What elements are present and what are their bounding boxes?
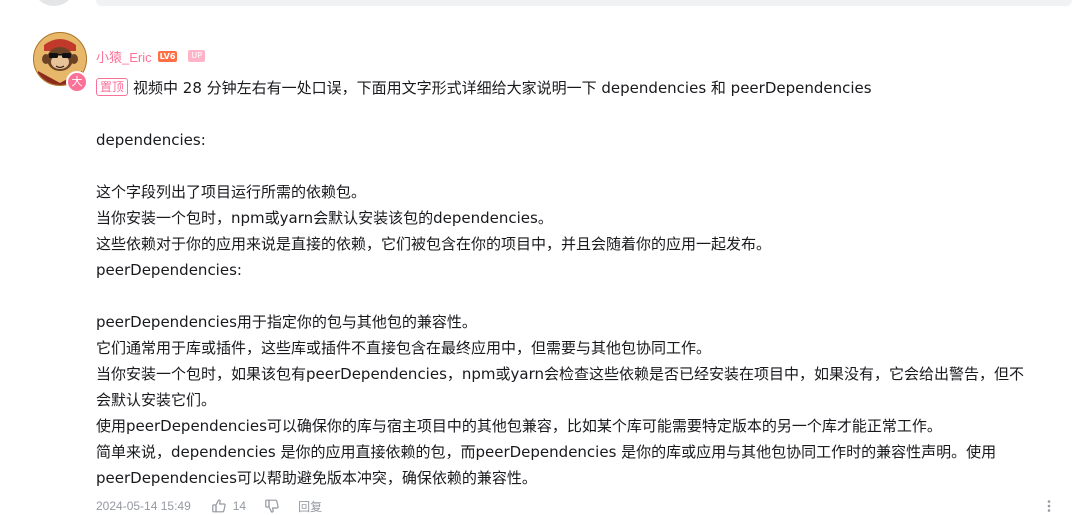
pinned-tag: 置顶 xyxy=(96,78,129,96)
level-badge: LV6 xyxy=(157,50,178,62)
avatar-badge: 大 xyxy=(66,71,88,93)
comment-text-line: dependencies: xyxy=(96,131,206,149)
dislike-button[interactable] xyxy=(264,498,280,514)
comment-footer: 2024-05-14 15:49 14 回复 xyxy=(96,497,1056,515)
comment-text-line: 当你安装一个包时，如果该包有peerDependencies，npm或yarn会… xyxy=(96,365,1025,383)
comment-text-line: 这些依赖对于你的应用来说是直接的依赖，它们被包含在你的项目中，并且会随着你的应用… xyxy=(96,235,772,253)
comment-text-line xyxy=(96,101,1072,127)
comment-text-line xyxy=(96,153,1072,179)
thumbs-up-icon xyxy=(211,499,226,513)
username[interactable]: 小猿_Eric xyxy=(96,47,152,66)
comment-text-line: peerDependencies: xyxy=(96,261,242,279)
comment-text-line: 使用peerDependencies可以确保你的库与宿主项目中的其他包兼容，比如… xyxy=(96,417,942,435)
comment-content: 置顶 视频中 28 分钟左右有一处口误，下面用文字形式详细给大家说明一下 depe… xyxy=(96,75,1072,491)
comment-text-line: 视频中 28 分钟左右有一处口误，下面用文字形式详细给大家说明一下 depend… xyxy=(133,79,872,97)
more-button[interactable] xyxy=(1042,497,1056,515)
comment-text-line: 会默认安装它们。 xyxy=(96,391,217,409)
thumbs-down-icon xyxy=(265,499,279,513)
reply-button[interactable]: 回复 xyxy=(298,498,322,515)
comment-text-line: peerDependencies可以帮助避免版本冲突，确保依赖的兼容性。 xyxy=(96,469,537,487)
comment-date: 2024-05-14 15:49 xyxy=(96,499,191,513)
previous-comment-box xyxy=(96,0,1072,6)
comment-text-line xyxy=(96,283,1072,309)
previous-comment-avatar xyxy=(34,0,74,6)
more-vertical-icon xyxy=(1047,500,1051,512)
user-info-row: 小猿_Eric LV6 UP xyxy=(96,47,206,66)
comment-first-line: 置顶 视频中 28 分钟左右有一处口误，下面用文字形式详细给大家说明一下 depe… xyxy=(96,75,1072,101)
user-avatar[interactable]: 大 xyxy=(32,31,88,95)
comment-text-line: 简单来说，dependencies 是你的应用直接依赖的包，而peerDepen… xyxy=(96,443,997,461)
comment-text-line: 它们通常用于库或插件，这些库或插件不直接包含在最终应用中，但需要与其他包协同工作… xyxy=(96,339,712,357)
comment-text-line: peerDependencies用于指定你的包与其他包的兼容性。 xyxy=(96,313,477,331)
comment-text-line: 这个字段列出了项目运行所需的依赖包。 xyxy=(96,183,367,201)
like-count: 14 xyxy=(232,499,247,513)
up-badge: UP xyxy=(188,50,206,62)
comment-text-line: 当你安装一个包时，npm或yarn会默认安装该包的dependencies。 xyxy=(96,209,553,227)
like-button[interactable]: 14 xyxy=(211,498,246,514)
